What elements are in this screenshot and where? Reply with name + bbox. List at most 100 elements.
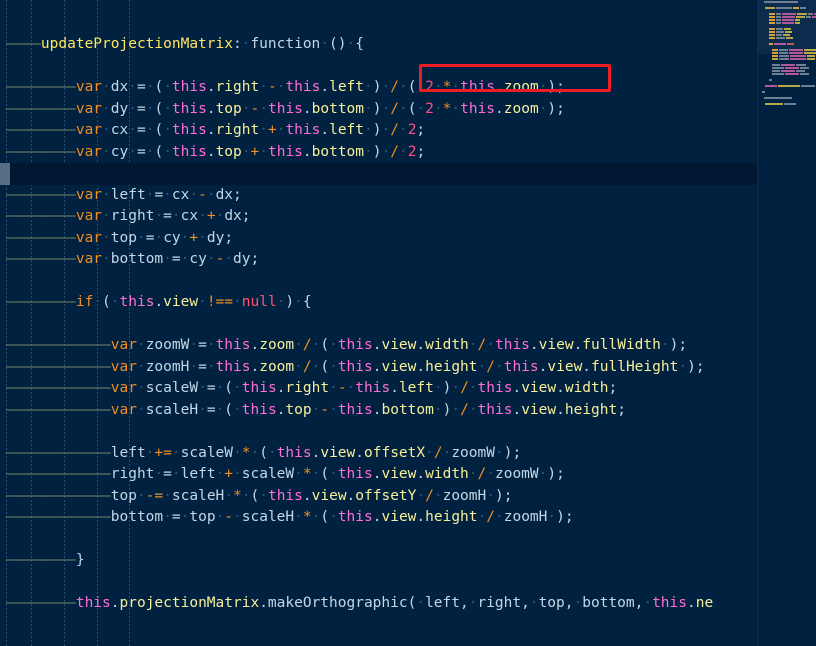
code-token: left	[110, 444, 146, 461]
code-token: ·	[529, 595, 539, 611]
code-token: ·	[136, 229, 146, 246]
code-token: .	[416, 358, 426, 375]
code-token: (	[320, 466, 330, 482]
code-token: ·	[494, 358, 504, 375]
code-token: bottom	[381, 401, 434, 418]
code-line[interactable]: ————————var·left·=·cx·-·dx;	[0, 185, 816, 207]
code-token: view	[547, 358, 583, 375]
code-token: ·	[364, 100, 373, 117]
code-token: ·	[128, 122, 137, 138]
code-token: ·	[468, 401, 478, 418]
code-line[interactable]: ————updateProjectionMatrix:·function·()·…	[0, 34, 816, 56]
code-token: top	[215, 143, 242, 160]
code-token: .	[573, 337, 583, 353]
code-token: right	[215, 122, 260, 138]
code-line[interactable]	[0, 56, 816, 78]
code-line[interactable]: ————————————var·scaleW·=·(·this.right·-·…	[0, 378, 816, 400]
code-token: var	[110, 401, 137, 418]
code-token: ·	[433, 100, 443, 117]
code-token: -	[337, 380, 347, 396]
code-token: zoom	[503, 79, 539, 95]
code-token: zoomW	[494, 466, 539, 482]
code-line[interactable]	[0, 13, 816, 35]
code-token: ·	[198, 401, 207, 418]
minimap-content	[758, 0, 816, 105]
code-token: var	[110, 358, 137, 375]
code-line[interactable]: ————————var·bottom·=·cy·-·dy;	[0, 249, 816, 271]
code-line[interactable]: ————————var·dx·=·(·this.right·-·this.lef…	[0, 77, 816, 99]
code-token: zoomH	[442, 487, 487, 504]
code-token: ·	[198, 229, 207, 246]
indent-dash-guide: ————————	[6, 79, 76, 95]
code-line[interactable]: ————————if·(·this.view·!==·null·)·{	[0, 292, 816, 314]
code-line[interactable]: ————————this.projectionMatrix.makeOrthog…	[0, 593, 816, 615]
code-token: scaleH	[171, 487, 225, 504]
code-line[interactable]	[0, 0, 816, 13]
code-token: this	[460, 79, 496, 95]
code-token: ·	[425, 444, 434, 461]
code-line[interactable]: ————————————var·zoomH·=·this.zoom·/·(·th…	[0, 357, 816, 379]
code-token: zoomH	[145, 358, 190, 375]
code-token: -=	[145, 487, 164, 504]
code-line[interactable]: ————————var·right·=·cx·+·dx;	[0, 206, 816, 228]
code-token: left	[110, 186, 146, 203]
indent-dash-guide: ————————	[6, 595, 76, 611]
code-token: height	[425, 509, 478, 525]
code-line[interactable]: ————————var·cx·=·(·this.right·+·this.lef…	[0, 120, 816, 142]
code-line[interactable]: ————————————var·scaleH·=·(·this.top·-·th…	[0, 400, 816, 422]
code-line[interactable]: ————————}	[0, 550, 816, 572]
code-line[interactable]: ————————var·cy·=·(·this.top·+·this.botto…	[0, 142, 816, 164]
code-token: .	[416, 466, 426, 482]
code-token: .	[206, 79, 216, 95]
code-line[interactable]: ————————var·dy·=·(·this.top·-·this.botto…	[0, 99, 816, 121]
code-line[interactable]: ————————————left·+=·scaleW·*·(·this.view…	[0, 443, 816, 465]
code-line[interactable]: ————————var·top·=·cy·+·dy;	[0, 228, 816, 250]
code-token: /	[477, 337, 487, 353]
code-token: ·	[486, 487, 495, 504]
code-token: ·	[215, 509, 225, 525]
minimap-token	[784, 102, 797, 105]
code-token: ;	[416, 122, 426, 138]
code-token: top	[189, 509, 216, 525]
code-token: ·	[233, 466, 242, 482]
indent-dash-guide: ————————	[6, 552, 76, 568]
code-token: ·	[93, 294, 103, 310]
code-token: =	[163, 208, 172, 224]
code-line[interactable]: ————————————var·zoomW·=·this.zoom·/·(·th…	[0, 335, 816, 357]
code-editor-viewport[interactable]: ————updateProjectionMatrix:·function·()·…	[0, 0, 816, 646]
code-text-surface[interactable]: ————updateProjectionMatrix:·function·()·…	[0, 0, 816, 646]
indent-dash-guide: ————————	[6, 143, 76, 160]
code-token: zoom	[259, 337, 295, 353]
code-token: ·	[433, 380, 443, 396]
code-token: ·	[381, 100, 391, 117]
code-token: this	[215, 358, 251, 375]
code-line[interactable]	[0, 314, 816, 336]
code-token: ne	[695, 595, 714, 611]
code-token: =	[198, 358, 207, 375]
code-token: zoomH	[503, 509, 548, 525]
code-token: this	[171, 100, 207, 117]
code-line[interactable]	[0, 529, 816, 551]
code-token: this	[503, 358, 539, 375]
code-token: ·	[433, 79, 443, 95]
code-token: /	[460, 401, 469, 418]
code-token: (	[154, 143, 164, 160]
code-token: =	[136, 122, 146, 138]
code-line[interactable]: ————————————top·-=·scaleH·*·(·this.view.…	[0, 486, 816, 508]
code-token: var	[110, 380, 137, 396]
code-line[interactable]	[0, 572, 816, 594]
code-token: ;	[416, 143, 426, 160]
code-line[interactable]: ————————————bottom·=·top·-·scaleH·*·(·th…	[0, 507, 816, 529]
code-token: *	[302, 509, 312, 525]
code-token: ·	[206, 186, 216, 203]
indent-dash-guide: ————————	[6, 100, 76, 117]
code-line[interactable]	[0, 421, 816, 443]
code-line[interactable]	[0, 271, 816, 293]
indent-dash-guide: ————————————	[6, 380, 111, 396]
code-token: ·	[364, 79, 373, 95]
code-token: var	[75, 208, 103, 224]
code-token: .	[206, 122, 216, 138]
code-token: ·	[163, 79, 172, 95]
code-line[interactable]: ————————————right·=·left·+·scaleW·*·(·th…	[0, 464, 816, 486]
code-minimap[interactable]	[757, 0, 816, 646]
